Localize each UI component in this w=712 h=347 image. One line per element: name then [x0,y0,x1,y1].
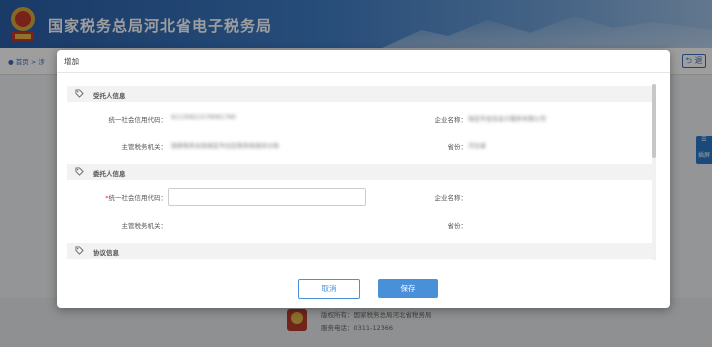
divider [57,72,670,73]
principal-credit-code-input[interactable] [168,188,366,206]
section-trustee-info: 受托人信息 [67,86,655,102]
principal-credit-code-label: *统一社会信用代码： [105,194,167,202]
trustee-credit-code-value: 91130621579061790 [171,114,236,121]
trustee-province-label: 省份： [447,143,468,151]
cancel-button[interactable]: 取消 [298,279,360,299]
section-agreement-info: 协议信息 [67,243,655,259]
section-principal-info: 委托人信息 [67,164,655,180]
trustee-company-name-label: 企业名称： [434,116,468,124]
principal-company-name-label: 企业名称： [434,194,468,202]
section-label: 委托人信息 [93,170,126,178]
trustee-company-name-value: 保定市金信会计服务有限公司 [468,116,547,123]
tag-icon [75,246,84,255]
trustee-province-value: 河北省 [468,143,487,150]
tag-icon [75,167,84,176]
dialog-title: 增加 [64,57,79,66]
tag-icon [75,89,84,98]
dialog-scroll-area[interactable]: 受托人信息 统一社会信用代码： 91130621579061790 企业名称： … [67,80,655,308]
add-dialog: 增加 受托人信息 统一社会信用代码： 91130621579061790 企业名… [57,50,670,308]
section-label: 受托人信息 [93,92,126,100]
principal-tax-office-label: 主管税务机关： [121,222,168,230]
save-button[interactable]: 保存 [378,279,438,298]
trustee-tax-office-value: 国家税务总局保定市达区税务局城关分局 [171,143,280,150]
principal-province-label: 省份： [447,222,468,230]
trustee-tax-office-label: 主管税务机关： [121,143,168,151]
section-label: 协议信息 [93,249,119,257]
scrollbar-thumb[interactable] [652,84,656,158]
trustee-credit-code-label: 统一社会信用代码： [108,116,168,124]
